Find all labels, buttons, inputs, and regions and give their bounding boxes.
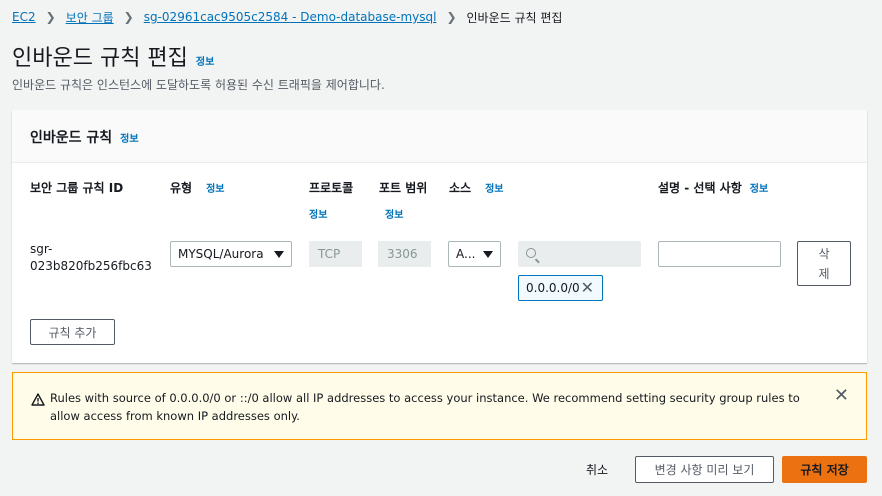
save-rules-button[interactable]: 규칙 저장	[782, 456, 867, 483]
col-source-label: 소스	[449, 181, 472, 195]
warning-icon	[31, 391, 45, 410]
warning-message: Rules with source of 0.0.0.0/0 or ::/0 a…	[50, 391, 800, 423]
col-type-info[interactable]: 정보	[206, 180, 224, 195]
chevron-right-icon: ❯	[123, 10, 134, 24]
inbound-rules-panel: 인바운드 규칙 정보 보안 그룹 규칙 ID 유형 정보 프로토콜 정보 포트 …	[12, 110, 867, 363]
breadcrumb-ec2[interactable]: EC2	[12, 10, 36, 24]
col-type-label: 유형	[170, 181, 193, 195]
rule-id-line1: sgr-	[30, 242, 53, 256]
col-rule-id: 보안 그룹 규칙 ID	[30, 179, 123, 196]
breadcrumb: EC2 ❯ 보안 그룹 ❯ sg-02961cac9505c2584 - Dem…	[12, 8, 562, 26]
source-search-input[interactable]	[518, 241, 641, 267]
rule-id: sgr- 023b820fb256fbc63	[30, 241, 152, 275]
col-type: 유형 정보	[170, 179, 225, 196]
breadcrumb-security-groups[interactable]: 보안 그룹	[66, 9, 114, 26]
delete-rule-label-1: 삭	[818, 246, 830, 261]
panel-info-link[interactable]: 정보	[120, 130, 138, 145]
source-type-select[interactable]: A...	[448, 241, 501, 267]
col-description: 설명 - 선택 사항 정보	[658, 179, 768, 196]
col-protocol: 프로토콜	[309, 179, 353, 196]
delete-rule-button[interactable]: 삭 제	[797, 241, 851, 286]
col-source-info[interactable]: 정보	[485, 180, 503, 195]
page-header: 인바운드 규칙 편집 정보	[12, 40, 214, 72]
close-icon[interactable]: ✕	[581, 280, 594, 296]
panel-title-wrap: 인바운드 규칙 정보	[30, 127, 139, 147]
col-protocol-label: 프로토콜	[309, 181, 354, 195]
source-token-label: 0.0.0.0/0	[526, 281, 580, 295]
page-title: 인바운드 규칙 편집	[12, 46, 188, 71]
col-description-label: 설명 - 선택 사항	[658, 181, 742, 195]
col-rule-id-label: 보안 그룹 규칙 ID	[30, 181, 124, 195]
type-select[interactable]: MYSQL/Aurora	[170, 241, 292, 267]
rule-id-line2: 023b820fb256fbc63	[30, 259, 152, 273]
chevron-right-icon: ❯	[446, 10, 457, 24]
description-input[interactable]	[658, 241, 781, 267]
panel-header: 인바운드 규칙 정보	[12, 110, 867, 163]
page-info-link[interactable]: 정보	[196, 53, 214, 68]
col-port-label: 포트 범위	[379, 181, 428, 195]
col-description-info[interactable]: 정보	[750, 180, 768, 195]
port-range-field: 3306	[378, 241, 431, 267]
delete-rule-label-2: 제	[818, 266, 830, 281]
preview-changes-button[interactable]: 변경 사항 미리 보기	[635, 456, 774, 483]
col-protocol-info[interactable]: 정보	[309, 206, 327, 221]
source-type-value: A...	[456, 247, 476, 261]
close-icon[interactable]: ✕	[834, 386, 849, 406]
breadcrumb-current: 인바운드 규칙 편집	[466, 10, 563, 25]
chevron-right-icon: ❯	[45, 10, 56, 24]
page-description: 인바운드 규칙은 인스턴스에 도달하도록 허용된 수신 트래픽을 제어합니다.	[12, 78, 385, 92]
source-token: 0.0.0.0/0 ✕	[518, 275, 603, 301]
breadcrumb-security-group[interactable]: sg-02961cac9505c2584 - Demo-database-mys…	[144, 10, 437, 24]
add-rule-button[interactable]: 규칙 추가	[30, 319, 115, 345]
protocol-field: TCP	[309, 241, 362, 267]
panel-title: 인바운드 규칙	[30, 130, 113, 146]
caret-down-icon	[274, 251, 284, 258]
col-source: 소스 정보	[449, 179, 504, 196]
search-icon	[526, 248, 536, 258]
col-port: 포트 범위	[379, 179, 427, 196]
col-port-info[interactable]: 정보	[385, 206, 403, 221]
cancel-button[interactable]: 취소	[586, 461, 608, 478]
type-select-value: MYSQL/Aurora	[178, 247, 264, 261]
caret-down-icon	[483, 251, 493, 258]
warning-alert: Rules with source of 0.0.0.0/0 or ::/0 a…	[12, 372, 867, 440]
